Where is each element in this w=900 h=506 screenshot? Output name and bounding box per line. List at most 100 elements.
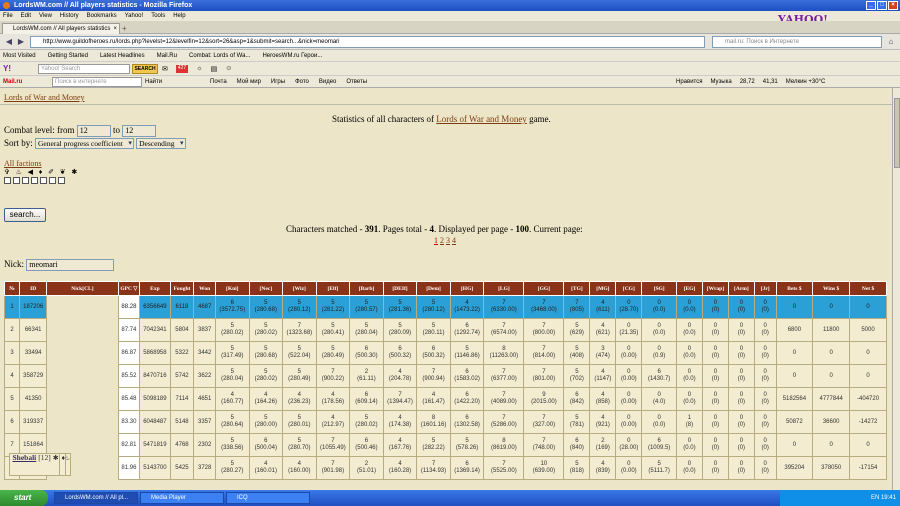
news-icon[interactable]: ▤ [211,65,218,73]
column-header[interactable]: Nick[CL] [46,281,119,296]
menu-tools[interactable]: Tools [151,11,165,21]
maximize-button[interactable]: □ [877,1,887,10]
mailru-link[interactable]: Фото [295,76,309,88]
column-header[interactable]: [Arm] [727,281,755,296]
faction-checkbox[interactable] [4,177,11,184]
faction-checkbox[interactable] [31,177,38,184]
column-header[interactable]: Fought [169,281,195,296]
column-header[interactable]: [Dem] [416,281,451,296]
menu-history[interactable]: History [60,11,79,21]
column-header[interactable]: [DEIf] [382,281,418,296]
close-button[interactable]: × [888,1,898,10]
faction-checkbox[interactable] [22,177,29,184]
menu-file[interactable]: File [3,11,13,21]
column-header[interactable]: № [3,281,21,296]
column-header[interactable]: Won [193,281,216,296]
yahoo-toolbar-logo[interactable]: Y! [3,64,11,73]
column-header[interactable]: Bets $ [775,281,814,296]
faction-checkbox[interactable] [13,177,20,184]
taskbar-item[interactable]: ICQ [226,492,310,504]
faction-checkbox[interactable] [49,177,56,184]
faction-checkbox[interactable] [58,177,65,184]
bookmark-item[interactable]: Most Visited [3,50,36,61]
column-header[interactable]: [TG] [563,281,591,296]
home-icon[interactable]: ⌂ [886,37,896,47]
column-header[interactable]: [Jr] [753,281,777,296]
bookmark-item[interactable]: Mail.Ru [157,50,177,61]
column-header[interactable]: [Wrap] [701,281,729,296]
mailru-widget[interactable]: Музыка [710,76,731,88]
column-header[interactable]: [SG] [641,281,677,296]
page-link[interactable]: 3 [446,236,450,245]
column-header[interactable]: [GG] [523,281,565,296]
yahoo-search-input[interactable]: Yahoo! Search [38,64,130,74]
column-header[interactable]: Wins $ [812,281,851,296]
column-header[interactable]: Net $ [849,281,887,296]
column-header[interactable]: [Kni] [214,281,250,296]
minimize-button[interactable]: _ [866,1,876,10]
search-button[interactable]: search... [4,208,46,222]
weather-icon[interactable]: ☼ [196,65,202,73]
messenger-icon[interactable]: ☺ [225,65,232,73]
mailru-link[interactable]: Мой мир [237,76,261,88]
menu-yahoo[interactable]: Yahoo! [125,11,144,21]
new-tab-icon[interactable]: + [122,24,127,33]
level-from-input[interactable]: 12 [76,125,111,137]
sort-select[interactable]: General progress coefficient [35,138,134,150]
level-to-input[interactable]: 12 [122,125,157,137]
nick-input[interactable]: meomari [26,259,115,271]
start-button[interactable]: start [0,490,48,506]
column-header[interactable]: [LG] [483,281,525,296]
mailru-logo[interactable]: Mail.ru [3,76,22,88]
order-select[interactable]: Descending [136,138,186,150]
column-header[interactable]: [EG] [675,281,703,296]
mailru-widget[interactable]: 41,31 [763,76,778,88]
mailru-widget[interactable]: Мелкин +30°C [786,76,826,88]
menu-bookmarks[interactable]: Bookmarks [87,11,117,21]
column-header[interactable]: [Elf] [315,281,351,296]
mail-icon[interactable]: ✉ [162,65,168,73]
mailru-find-button[interactable]: Найти [145,76,162,88]
scrollbar-thumb[interactable] [894,98,900,168]
column-header[interactable]: [Nec] [248,281,284,296]
menu-view[interactable]: View [39,11,52,21]
title-game-link[interactable]: Lords of War and Money [436,114,527,124]
mailru-widget[interactable]: Нравится [676,76,702,88]
site-home-link[interactable]: Lords of War and Money [4,93,85,102]
back-icon[interactable]: ◀ [4,37,14,47]
page-link[interactable]: 2 [440,236,444,245]
browser-search-field[interactable]: mail.ru: Поиск в Интернете [712,36,882,48]
bookmark-item[interactable]: Combat: Lords of Wa... [189,50,250,61]
forward-icon[interactable]: ▶ [16,37,26,47]
player-nick-link[interactable]: Shebali [13,454,37,462]
mailru-widget[interactable]: 28,72 [740,76,755,88]
menu-help[interactable]: Help [173,11,185,21]
taskbar-item[interactable]: Media Player [140,492,224,504]
page-link[interactable]: 4 [452,236,456,245]
tab-active[interactable]: LordsWM.com // All players statistics × [2,23,120,34]
vertical-scrollbar[interactable] [892,88,900,490]
column-header[interactable]: [Wiz] [282,281,317,296]
url-field[interactable]: http://www.guildofheroes.ru/lords.php?le… [30,36,705,48]
column-header[interactable]: ID [19,281,48,296]
mailru-link[interactable]: Почта [210,76,227,88]
bookmark-item[interactable]: Latest Headlines [100,50,145,61]
all-factions-link[interactable]: All factions [4,159,42,168]
yahoo-search-button[interactable]: SEARCH [132,64,158,74]
mailru-link[interactable]: Видео [319,76,337,88]
taskbar-item[interactable]: LordsWM.com // All pl... [54,492,138,504]
column-header[interactable]: GPC ▽ [117,281,141,296]
tab-close-icon[interactable]: × [113,24,117,34]
column-header[interactable]: [CG] [615,281,643,296]
mailru-link[interactable]: Ответы [346,76,367,88]
faction-checkbox[interactable] [40,177,47,184]
menu-edit[interactable]: Edit [21,11,31,21]
bookmark-item[interactable]: Getting Started [48,50,88,61]
notification-badge[interactable]: 427 [175,65,189,73]
bookmark-item[interactable]: HeroesWM.ru Герои... [262,50,322,61]
column-header[interactable]: Exp [139,281,171,296]
column-header[interactable]: [MG] [589,281,617,296]
mailru-search-input[interactable]: Поиск в интернете [52,77,142,87]
page-link[interactable]: 1 [434,236,438,245]
column-header[interactable]: [Barb] [349,281,384,296]
